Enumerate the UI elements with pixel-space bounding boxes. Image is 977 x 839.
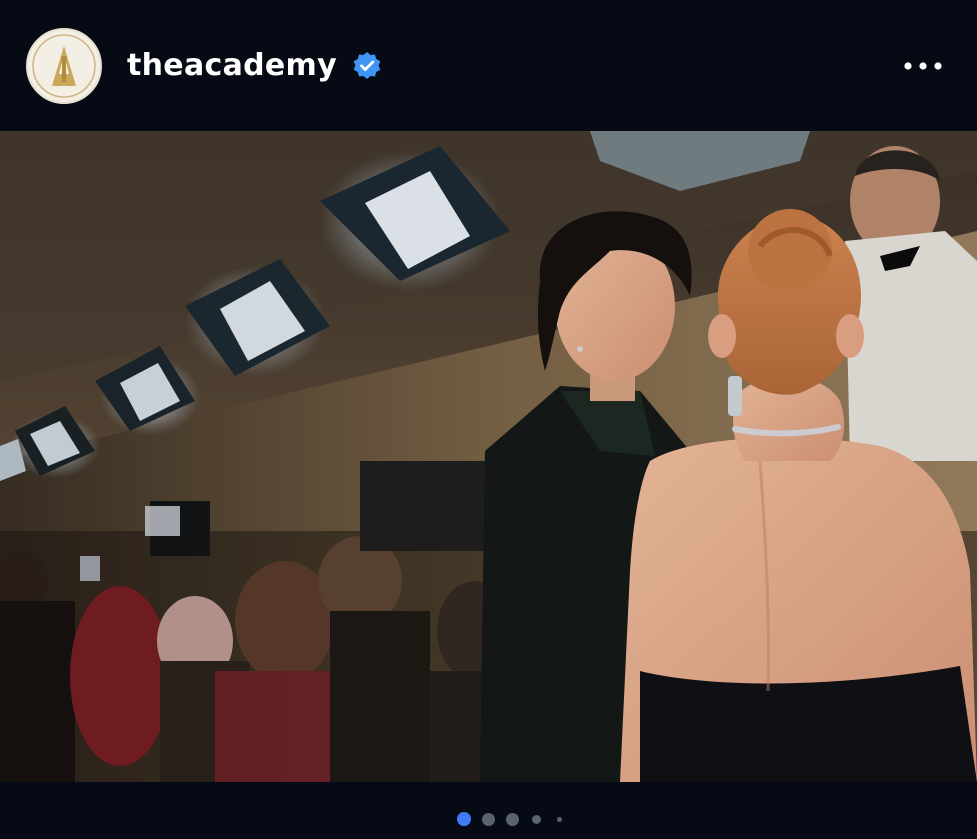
instagram-post: theacademy <box>0 0 977 839</box>
carousel-dot-2[interactable] <box>482 813 495 826</box>
carousel-dot-1[interactable] <box>457 812 471 826</box>
account-username[interactable]: theacademy <box>127 44 337 88</box>
post-photo[interactable] <box>0 131 977 782</box>
verified-badge-icon <box>353 52 381 79</box>
carousel-dot-3[interactable] <box>506 813 519 826</box>
profile-avatar[interactable] <box>26 28 102 104</box>
post-header: theacademy <box>0 0 977 131</box>
carousel-dot-5[interactable] <box>557 817 562 822</box>
red-carpet-photo-image <box>0 131 977 782</box>
more-horizontal-icon[interactable] <box>900 54 946 78</box>
carousel-pagination <box>0 782 977 839</box>
carousel-dot-4[interactable] <box>532 815 541 824</box>
oscar-statuette-logo-icon <box>32 34 96 98</box>
